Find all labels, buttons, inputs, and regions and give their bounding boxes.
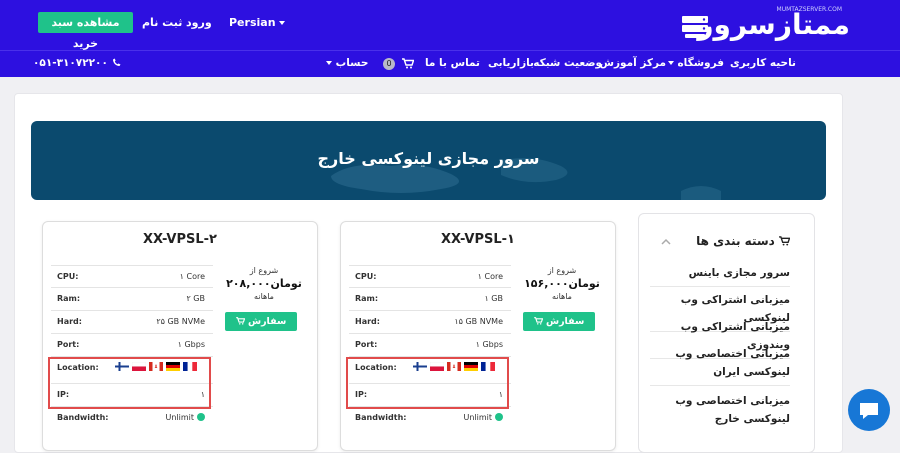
spec-key: CPU: (57, 272, 79, 281)
spec-key: Bandwidth: (57, 413, 109, 422)
cart-icon (235, 317, 245, 325)
spec-value: ۱ Core (179, 272, 205, 281)
sidebar-item[interactable]: میزبانی اختصاصی وب لینوکسی ایران (650, 345, 790, 386)
spec-row: Port: ۱ Gbps (51, 334, 213, 357)
spec-row: Ram: ۱ GB (349, 288, 511, 311)
chevron-up-icon[interactable] (661, 238, 671, 245)
spec-value: ۱ Gbps (177, 340, 205, 349)
chevron-down-icon (279, 21, 286, 25)
sidebar-item[interactable]: میزبانی اختصاصی وب لینوکسی خارج (650, 392, 790, 432)
price-from: شروع از (547, 266, 577, 275)
price-box: شروع از ۲۰۸,۰۰۰تومان ماهانه (219, 266, 309, 301)
spec-key: Ram: (57, 294, 81, 303)
highlight-box (346, 357, 509, 409)
spec-value: ۲۵ GB NVMe (156, 317, 205, 326)
cart-count-badge: 0 (383, 58, 395, 70)
nav-learning-center[interactable]: مرکز آموزش (599, 57, 666, 69)
spec-value: ۱ GB (484, 294, 503, 303)
plan-name: XX-VPSL-۱ (440, 232, 515, 247)
check-icon (495, 413, 503, 421)
spec-row: Hard: ۱۵ GB NVMe (349, 311, 511, 334)
page-title: سرور مجازی لینوکسی خارج (317, 149, 540, 168)
language-selector[interactable]: Persian (229, 16, 286, 29)
site-logo[interactable]: MUMTAZSERVER.COM ممتازسرور (675, 6, 851, 46)
order-button[interactable]: سفارش دهید (523, 312, 595, 346)
price-box: شروع از ۱۵۶,۰۰۰تومان ماهانه (517, 266, 607, 301)
bandwidth-value: Unlimit (165, 413, 194, 422)
plan-card: XX-VPSL-۲ شروع از ۲۰۸,۰۰۰تومان ماهانه سف… (42, 221, 318, 451)
language-label: Persian (229, 16, 276, 29)
spec-key: Bandwidth: (355, 413, 407, 422)
sidebar-item[interactable]: سرور مجازی باینس (650, 264, 790, 287)
spec-value: ۲ GB (186, 294, 205, 303)
order-button[interactable]: سفارش دهید (225, 312, 297, 346)
phone-icon (112, 58, 121, 66)
order-label: سفارش دهید (545, 316, 585, 346)
chevron-down-icon (326, 61, 332, 65)
nav-user-area[interactable]: ناحیه کاربری (730, 57, 796, 69)
plan-name: XX-VPSL-۲ (142, 232, 217, 247)
nav-account-label: حساب (335, 57, 369, 69)
login-link[interactable]: ورود (186, 16, 212, 29)
logo-text: ممتازسرور (697, 8, 851, 41)
price-period: ماهانه (552, 292, 572, 301)
spec-value: ۱ Core (477, 272, 503, 281)
nav-phone[interactable]: ۰۵۱-۳۱۰۷۲۲۰۰ (33, 57, 121, 69)
plan-price: ۱۵۶,۰۰۰تومان (524, 277, 600, 290)
chat-button[interactable] (848, 389, 890, 431)
spec-key: Hard: (57, 317, 82, 326)
sidebar-title-text: دسته بندی ها (696, 234, 775, 248)
spec-value: ۱۵ GB NVMe (454, 317, 503, 326)
bandwidth-value: Unlimit (463, 413, 492, 422)
highlight-box (48, 357, 211, 409)
spec-row: Bandwidth: Unlimit (51, 407, 213, 430)
price-from: شروع از (249, 266, 279, 275)
nav-marketing[interactable]: بازاریابی (488, 57, 534, 69)
plan-card: XX-VPSL-۱ شروع از ۱۵۶,۰۰۰تومان ماهانه سف… (340, 221, 616, 451)
spec-value: ۱ Gbps (475, 340, 503, 349)
nav-shop[interactable]: فروشگاه (667, 57, 724, 69)
spec-row: CPU: ۱ Core (51, 265, 213, 288)
check-icon (197, 413, 205, 421)
spec-value: Unlimit (463, 413, 503, 422)
hero-banner: سرور مجازی لینوکسی خارج (31, 121, 826, 200)
spec-row: Ram: ۲ GB (51, 288, 213, 311)
nav-network-status[interactable]: وضعیت شبکه (533, 57, 602, 69)
category-sidebar: دسته بندی ها سرور مجازی باینس میزبانی اش… (638, 213, 815, 453)
spec-row: Port: ۱ Gbps (349, 334, 511, 357)
nav-contact[interactable]: تماس با ما (425, 57, 480, 69)
register-link[interactable]: ثبت نام (142, 16, 182, 29)
spec-key: Port: (57, 340, 80, 349)
spec-row: CPU: ۱ Core (349, 265, 511, 288)
cart-icon[interactable] (402, 58, 414, 69)
price-period: ماهانه (254, 292, 274, 301)
nav-account[interactable]: حساب (326, 57, 368, 69)
chevron-down-icon (667, 61, 674, 65)
spec-key: Hard: (355, 317, 380, 326)
plan-price: ۲۰۸,۰۰۰تومان (226, 277, 302, 290)
spec-key: Port: (355, 340, 378, 349)
nav-shop-label: فروشگاه (677, 57, 724, 69)
spec-row: Bandwidth: Unlimit (349, 407, 511, 430)
spec-key: CPU: (355, 272, 377, 281)
order-label: سفارش دهید (247, 316, 287, 346)
chat-bubble-icon (860, 403, 878, 419)
spec-value: Unlimit (165, 413, 205, 422)
view-cart-button[interactable]: مشاهده سبد خرید (38, 12, 133, 50)
cart-icon (533, 317, 543, 325)
sidebar-title: دسته بندی ها (696, 234, 791, 248)
cart-icon (779, 236, 791, 246)
spec-row: Hard: ۲۵ GB NVMe (51, 311, 213, 334)
spec-key: Ram: (355, 294, 379, 303)
phone-number: ۰۵۱-۳۱۰۷۲۲۰۰ (33, 57, 108, 69)
